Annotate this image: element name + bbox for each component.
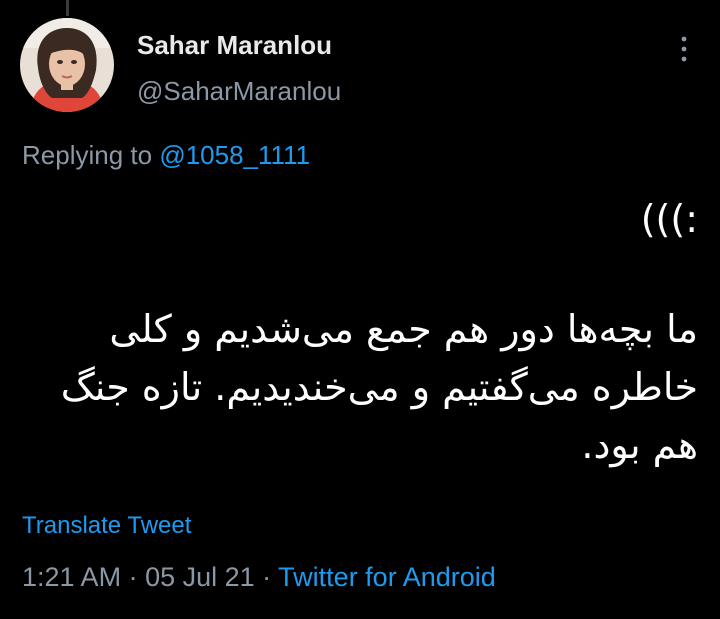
tweet-source-link[interactable]: Twitter for Android	[278, 562, 496, 592]
translate-tweet-link[interactable]: Translate Tweet	[22, 512, 191, 540]
tweet-metadata: 1:21 AM · 05 Jul 21 · Twitter for Androi…	[22, 562, 496, 593]
meta-separator: ·	[254, 562, 279, 592]
tweet-paragraph: :)))	[640, 197, 698, 241]
replying-to-label: Replying to	[22, 140, 160, 170]
author-handle[interactable]: @SaharMaranlou	[137, 76, 341, 107]
reply-mention-link[interactable]: @1058_1111	[159, 140, 310, 170]
avatar[interactable]	[20, 18, 114, 112]
tweet-time: 1:21 AM	[22, 562, 122, 592]
author-display-name[interactable]: Sahar Maranlou	[137, 30, 332, 61]
more-options-icon[interactable]	[676, 34, 692, 64]
profile-photo-icon	[20, 18, 114, 112]
tweet-date: 05 Jul 21	[145, 562, 255, 592]
replying-to-line: Replying to @1058_1111	[22, 140, 310, 171]
thread-connector-line	[66, 0, 69, 16]
tweet-body: :))) ما بچه‌ها دور هم جمع می‌شدیم و کلی …	[22, 190, 698, 474]
meta-separator: ·	[121, 562, 146, 592]
tweet-paragraph: ما بچه‌ها دور هم جمع می‌شدیم و کلی خاطره…	[60, 307, 698, 467]
